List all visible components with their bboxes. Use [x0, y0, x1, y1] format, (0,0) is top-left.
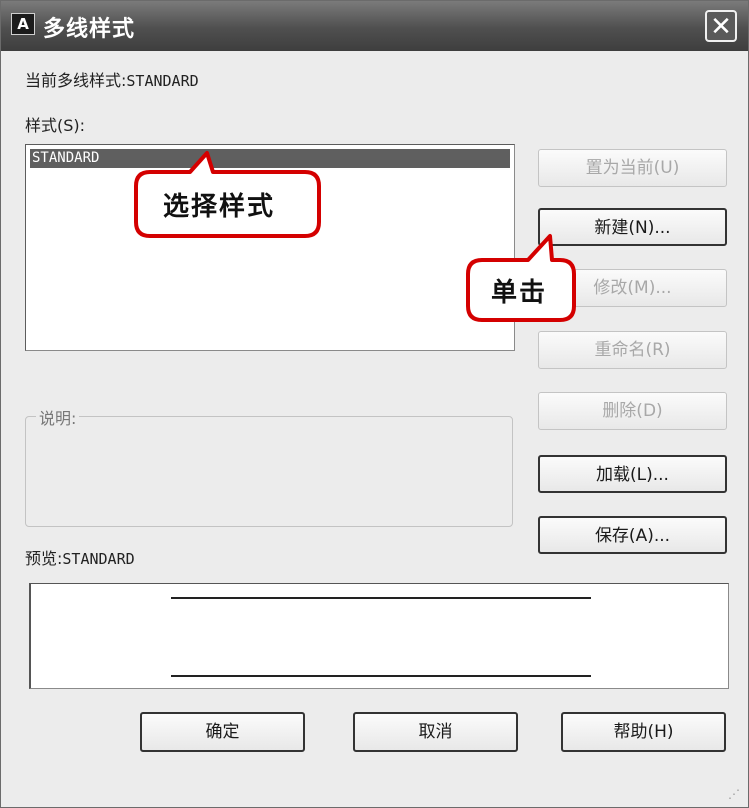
dialog-title: 多线样式	[43, 17, 136, 42]
ok-button[interactable]: 确定	[140, 712, 305, 752]
styles-listbox[interactable]: STANDARD	[25, 144, 515, 351]
new-button-label: 新建(N)...	[594, 218, 671, 238]
preview-label: 预览:	[25, 549, 63, 568]
load-button-label: 加载(L)...	[596, 465, 669, 485]
rename-button-label: 重命名(R)	[594, 340, 671, 360]
delete-button-label: 删除(D)	[602, 401, 663, 421]
current-style-value: STANDARD	[126, 72, 199, 90]
close-button[interactable]: ✕	[705, 10, 737, 42]
preview-value: STANDARD	[62, 550, 135, 568]
help-button-label: 帮助(H)	[613, 722, 674, 742]
rename-button[interactable]: 重命名(R)	[538, 331, 727, 369]
delete-button[interactable]: 删除(D)	[538, 392, 727, 430]
save-button-label: 保存(A)...	[594, 526, 671, 546]
ok-button-label: 确定	[205, 722, 240, 742]
preview-graphic	[171, 597, 591, 677]
set-current-button-label: 置为当前(U)	[585, 158, 680, 178]
preview-pane	[29, 583, 729, 689]
new-button[interactable]: 新建(N)...	[538, 208, 727, 246]
callout-select-style-text: 选择样式	[163, 192, 276, 222]
current-style-line: 当前多线样式:STANDARD	[25, 67, 199, 91]
close-icon: ✕	[710, 12, 732, 42]
description-label: 说明:	[36, 405, 80, 429]
description-group: 说明:	[25, 405, 513, 527]
preview-line: 预览:STANDARD	[25, 545, 135, 569]
cancel-button-label: 取消	[418, 722, 453, 742]
help-button[interactable]: 帮助(H)	[561, 712, 726, 752]
multiline-style-dialog: A 多线样式 ✕ 当前多线样式:STANDARD 样式(S): STANDARD…	[0, 0, 749, 808]
current-style-label: 当前多线样式:	[25, 71, 127, 90]
styles-label: 样式(S):	[25, 116, 86, 135]
style-list-item-standard[interactable]: STANDARD	[30, 149, 510, 168]
autocad-app-icon: A	[11, 13, 35, 35]
set-current-button[interactable]: 置为当前(U)	[538, 149, 727, 187]
save-button[interactable]: 保存(A)...	[538, 516, 727, 554]
callout-click-text: 单击	[491, 278, 548, 308]
modify-button-label: 修改(M)...	[593, 278, 672, 298]
resize-grip-icon[interactable]: ⋰	[728, 787, 744, 803]
load-button[interactable]: 加载(L)...	[538, 455, 727, 493]
cancel-button[interactable]: 取消	[353, 712, 518, 752]
title-bar[interactable]: A 多线样式 ✕	[1, 1, 748, 51]
modify-button[interactable]: 修改(M)...	[538, 269, 727, 307]
